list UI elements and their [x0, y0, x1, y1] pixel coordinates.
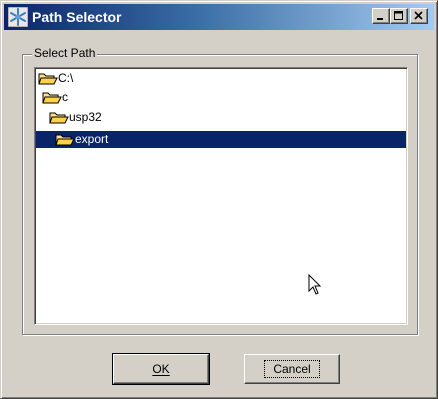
tree-item-label: c: [62, 90, 68, 104]
window-title: Path Selector: [32, 9, 122, 25]
snowflake-app-icon: [8, 7, 28, 27]
tree-item[interactable]: usp32: [49, 109, 139, 126]
minimize-button[interactable]: [372, 8, 390, 24]
open-folder-icon: [42, 92, 62, 104]
tree-item[interactable]: C:\: [38, 70, 118, 87]
title-bar[interactable]: Path Selector: [4, 4, 434, 30]
tree-item[interactable]: c: [42, 89, 112, 106]
close-icon: [414, 11, 423, 20]
tree-item-label: C:\: [58, 71, 74, 85]
maximize-button[interactable]: [390, 8, 408, 24]
mouse-pointer-icon: [308, 274, 322, 295]
cancel-button-label: Cancel: [273, 362, 311, 376]
cancel-button[interactable]: Cancel: [244, 354, 340, 384]
tree-item-label: usp32: [69, 110, 102, 124]
tree-item-label: export: [75, 132, 109, 146]
maximize-icon: [394, 11, 403, 20]
minimize-icon: [377, 18, 383, 20]
ok-button[interactable]: OK: [112, 353, 210, 385]
path-selector-window: Path Selector Select Path C:\ c usp32 ex…: [0, 0, 438, 399]
open-folder-icon: [55, 134, 75, 146]
open-folder-icon: [38, 73, 58, 85]
group-label: Select Path: [32, 46, 98, 60]
tree-item-selected[interactable]: export: [36, 131, 406, 148]
focus-rectangle: Cancel: [264, 360, 320, 378]
open-folder-icon: [49, 112, 69, 124]
folder-tree[interactable]: C:\ c usp32 export: [34, 67, 408, 325]
close-button[interactable]: [410, 8, 428, 24]
ok-button-label: OK: [152, 362, 170, 376]
